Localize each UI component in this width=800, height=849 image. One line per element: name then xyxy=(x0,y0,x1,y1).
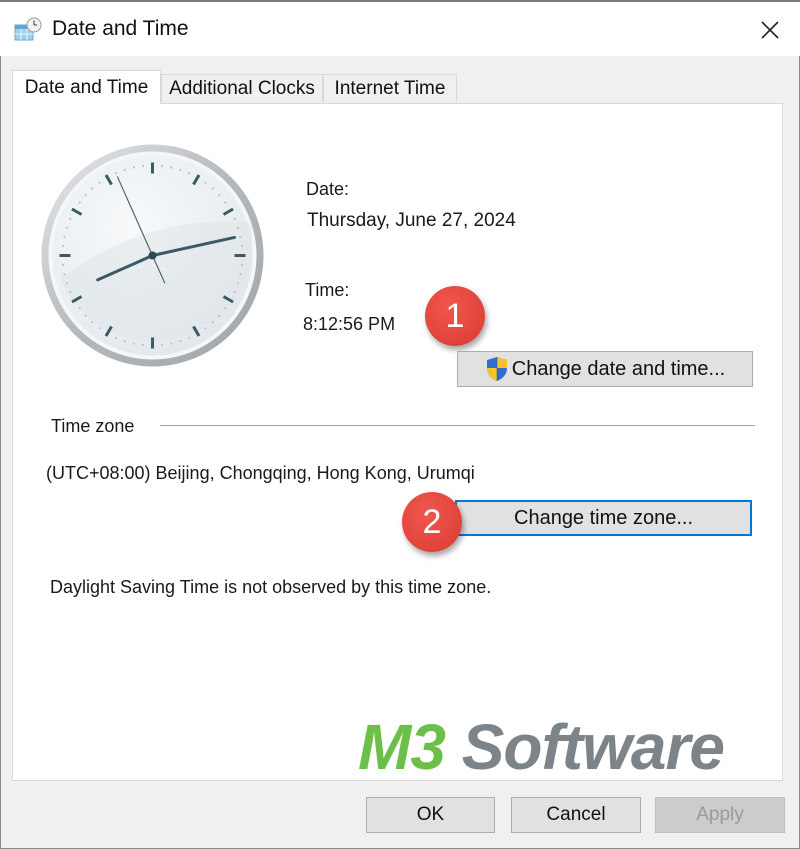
button-label: Apply xyxy=(696,804,744,825)
minute-dot xyxy=(224,201,227,204)
button-label: Change date and time... xyxy=(511,357,726,380)
group-divider xyxy=(160,425,755,426)
minute-dot xyxy=(160,164,164,168)
minute-dot xyxy=(91,187,94,190)
minute-dot xyxy=(84,314,87,317)
analog-clock xyxy=(41,144,264,367)
watermark-m3: M3 xyxy=(358,711,446,783)
minute-dot xyxy=(236,282,240,285)
minute-dot xyxy=(61,244,65,248)
minute-dot xyxy=(63,273,66,276)
tab-label: Date and Time xyxy=(24,76,149,98)
minute-dot xyxy=(188,172,191,175)
minute-dot xyxy=(204,181,207,184)
minute-dot xyxy=(204,327,207,330)
minute-dot xyxy=(65,226,69,229)
minute-dot xyxy=(141,343,145,347)
minute-dot xyxy=(224,307,227,310)
minute-dot xyxy=(170,342,173,345)
minute-dot xyxy=(211,321,214,324)
minute-dot xyxy=(69,291,72,294)
change-time-zone-button[interactable]: Change time zone... xyxy=(455,500,752,536)
minute-dot xyxy=(179,339,182,343)
minute-dot xyxy=(91,321,94,324)
minute-dot xyxy=(84,194,87,197)
close-icon xyxy=(761,21,779,39)
annotation-badge-1: 1 xyxy=(425,286,485,346)
minute-dot xyxy=(132,166,135,169)
minute-dot xyxy=(240,244,244,248)
tab-internet-time[interactable]: Internet Time xyxy=(323,74,457,102)
minute-dot xyxy=(78,307,81,310)
minute-dot xyxy=(114,336,117,339)
date-value: Thursday, June 27, 2024 xyxy=(307,210,516,231)
window-title: Date and Time xyxy=(52,17,189,40)
cancel-button[interactable]: Cancel xyxy=(511,797,641,833)
minute-dot xyxy=(218,314,221,317)
date-label: Date: xyxy=(306,179,350,199)
minute-dot xyxy=(240,263,244,267)
watermark-software: Software xyxy=(444,711,725,783)
minute-dot xyxy=(239,273,242,276)
calendar-clock-icon xyxy=(14,17,42,43)
minute-dot xyxy=(211,187,214,190)
minute-dot xyxy=(141,164,145,168)
minute-dot xyxy=(123,339,126,343)
minute-dot xyxy=(132,342,135,345)
minute-dot xyxy=(69,217,72,220)
ok-button[interactable]: OK xyxy=(366,797,495,833)
minute-dot xyxy=(114,172,117,175)
button-label: Cancel xyxy=(546,804,606,825)
current-timezone: (UTC+08:00) Beijing, Chongqing, Hong Kon… xyxy=(46,463,475,483)
minute-dot xyxy=(188,336,191,339)
change-date-time-button[interactable]: Change date and time... xyxy=(457,351,753,387)
minute-dot xyxy=(98,327,101,330)
uac-shield-icon xyxy=(486,357,507,381)
tab-additional-clocks[interactable]: Additional Clocks xyxy=(161,74,323,102)
time-label: Time: xyxy=(305,280,350,300)
minute-dot xyxy=(160,343,164,347)
tab-date-and-time[interactable]: Date and Time xyxy=(12,70,161,104)
minute-dot xyxy=(65,282,69,285)
timezone-group-label: Time zone xyxy=(51,416,135,436)
minute-dot xyxy=(63,235,66,238)
clock-center xyxy=(148,251,157,260)
button-label: OK xyxy=(416,804,445,825)
tab-label: Internet Time xyxy=(334,77,446,99)
minute-dot xyxy=(123,168,126,172)
minute-dot xyxy=(239,235,242,238)
tab-label: Additional Clocks xyxy=(169,77,315,99)
button-label: Change time zone... xyxy=(514,506,693,529)
apply-button[interactable]: Apply xyxy=(655,797,785,833)
minute-dot xyxy=(61,263,65,267)
time-value: 8:12:56 PM xyxy=(303,314,396,334)
annotation-number: 1 xyxy=(445,296,465,335)
title-bar: Date and Time xyxy=(0,2,800,56)
minute-dot xyxy=(236,226,240,229)
watermark-logo: M3 Software xyxy=(358,710,725,784)
close-button[interactable] xyxy=(750,10,790,50)
annotation-number: 2 xyxy=(422,502,442,541)
minute-dot xyxy=(98,181,101,184)
minute-dot xyxy=(170,166,173,169)
minute-dot xyxy=(233,217,236,220)
annotation-badge-2: 2 xyxy=(402,492,462,552)
minute-dot xyxy=(78,201,81,204)
minute-dot xyxy=(179,168,182,172)
minute-dot xyxy=(233,291,236,294)
dst-note: Daylight Saving Time is not observed by … xyxy=(50,577,492,597)
minute-dot xyxy=(218,194,221,197)
